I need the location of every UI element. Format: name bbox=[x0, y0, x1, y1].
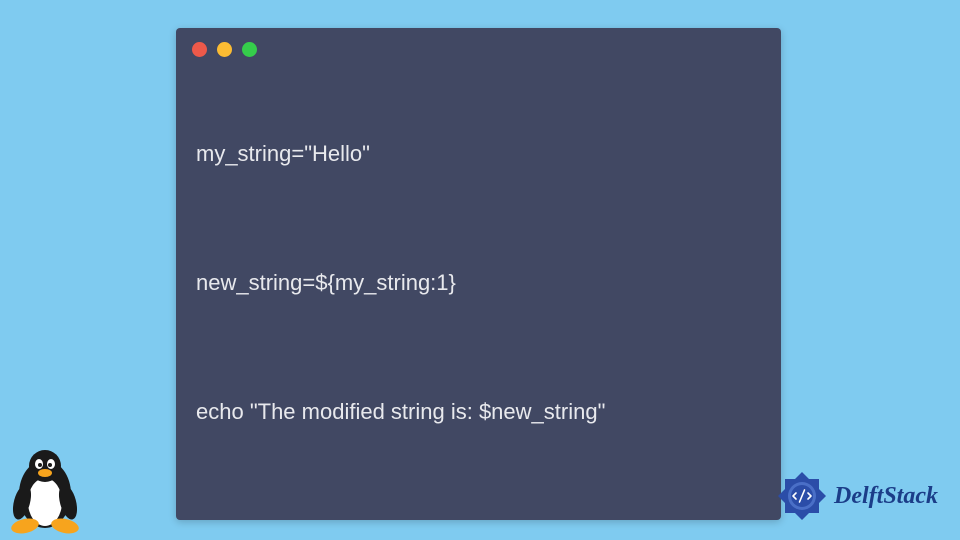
tux-penguin-icon bbox=[8, 444, 83, 534]
window-controls bbox=[176, 28, 781, 65]
code-block: my_string="Hello" new_string=${my_string… bbox=[176, 28, 781, 520]
code-content: my_string="Hello" new_string=${my_string… bbox=[176, 65, 781, 520]
maximize-icon bbox=[242, 42, 257, 57]
delftstack-brand: DelftStack bbox=[776, 470, 938, 522]
minimize-icon bbox=[217, 42, 232, 57]
delftstack-label: DelftStack bbox=[834, 483, 938, 510]
close-icon bbox=[192, 42, 207, 57]
code-line-1: my_string="Hello" bbox=[196, 137, 761, 170]
code-line-2: new_string=${my_string:1} bbox=[196, 266, 761, 299]
code-line-3: echo "The modified string is: $new_strin… bbox=[196, 395, 761, 428]
delftstack-logo-icon bbox=[776, 470, 828, 522]
